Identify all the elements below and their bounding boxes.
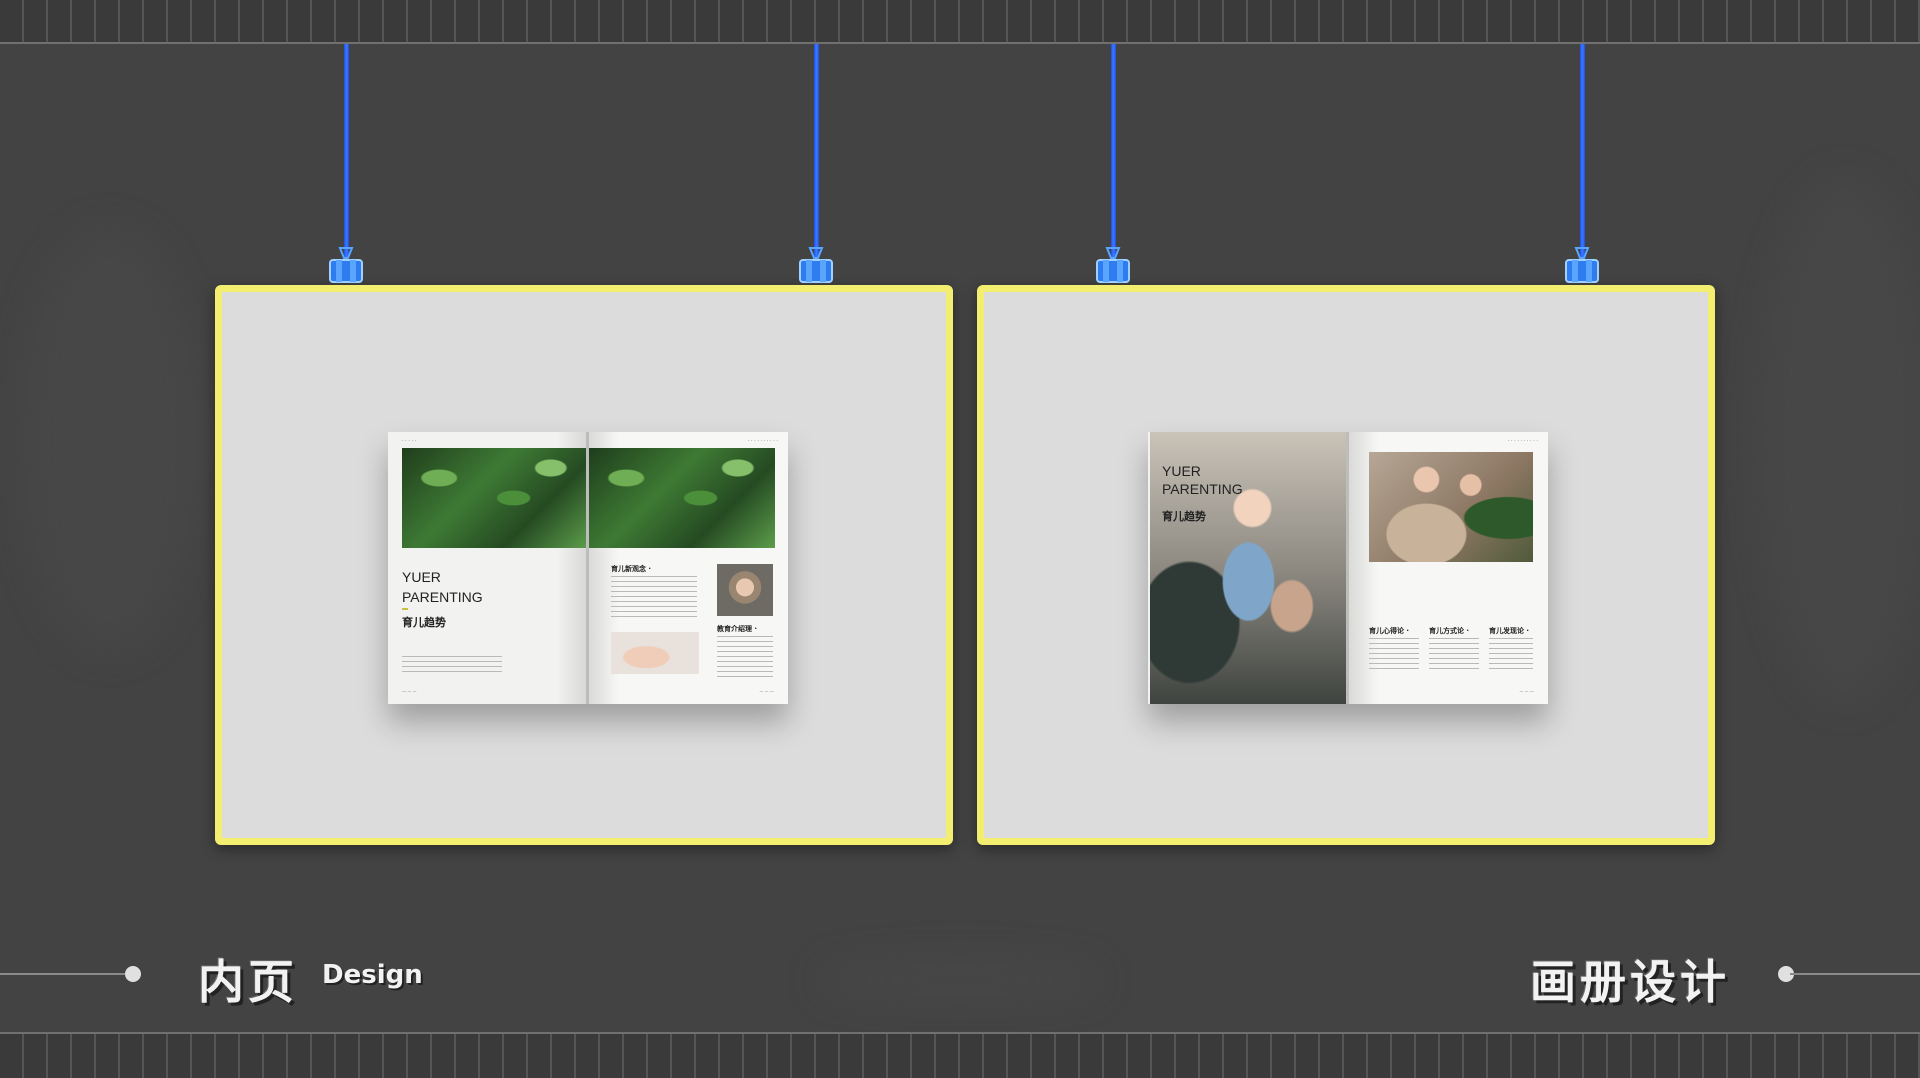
brochure-right-page: · · · · · · · · · · 育儿新观念 · 教育介绍理 · — — …	[589, 432, 788, 704]
hero-title-line1: YUER	[402, 569, 441, 585]
binder-clip-icon	[1565, 247, 1599, 283]
column-title: 育儿发现论 ·	[1489, 627, 1530, 635]
bottom-film-strip	[0, 1032, 1920, 1078]
leaf-photo	[402, 448, 587, 548]
background-texture	[20, 230, 200, 650]
footer-dot-left	[125, 966, 141, 982]
column-title: 育儿心得论 ·	[1369, 627, 1410, 635]
baby-photo	[717, 564, 773, 616]
section-title: 育儿新观念 ·	[611, 565, 652, 573]
hero-title-line2: PARENTING	[402, 589, 483, 605]
body-text-block	[1369, 638, 1419, 670]
hanging-wire	[814, 44, 819, 258]
page-header-text: · · · · ·	[402, 438, 417, 444]
open-brochure-left: · · · · · YUER PARENTING 育儿趋势 — — — · · …	[388, 432, 788, 704]
page-header-text: · · · · · · · · · ·	[747, 438, 778, 444]
body-text-block	[402, 656, 502, 672]
column-title: 育儿方式论 ·	[1429, 627, 1470, 635]
binder-clip-icon	[329, 247, 363, 283]
brochure-right-page: · · · · · · · · · · 育儿心得论 · 育儿方式论 · 育儿发现…	[1349, 432, 1548, 704]
open-brochure-right: YUER PARENTING 育儿趋势 · · · · · · · · · · …	[1148, 432, 1548, 704]
hero-title-line1: YUER	[1162, 463, 1201, 479]
background-texture	[820, 960, 1100, 1000]
brochure-left-page: YUER PARENTING 育儿趋势	[1148, 432, 1347, 704]
top-film-strip	[0, 0, 1920, 44]
page-number: — — —	[759, 689, 774, 694]
footer-label-cn-left: 内页	[198, 955, 298, 1009]
hanging-wire	[1111, 44, 1116, 258]
footer-rule-left	[0, 973, 130, 975]
hero-title-line2: PARENTING	[1162, 481, 1243, 497]
brochure-left-page: · · · · · YUER PARENTING 育儿趋势 — — —	[388, 432, 587, 704]
body-text-block	[1489, 638, 1533, 670]
page-number: — — —	[402, 689, 417, 694]
body-text-block	[1429, 638, 1479, 670]
hero-title-cn: 育儿趋势	[402, 616, 446, 629]
hanging-wire	[1580, 44, 1585, 258]
footer-label-cn-right: 画册设计	[1530, 955, 1730, 1009]
page-mockup-panel-left: · · · · · YUER PARENTING 育儿趋势 — — — · · …	[215, 285, 953, 845]
section-title: 教育介绍理 ·	[717, 625, 758, 633]
newborn-photo	[611, 632, 699, 674]
page-number: — — —	[1519, 689, 1534, 694]
footer-rule-right	[1790, 973, 1920, 975]
family-photo	[1369, 452, 1533, 562]
page-mockup-panel-right: YUER PARENTING 育儿趋势 · · · · · · · · · · …	[977, 285, 1715, 845]
binder-clip-icon	[799, 247, 833, 283]
body-text-block	[717, 636, 773, 680]
binder-clip-icon	[1096, 247, 1130, 283]
hanging-wire	[344, 44, 349, 258]
accent-dash	[402, 608, 408, 610]
page-header-text: · · · · · · · · · ·	[1507, 438, 1538, 444]
leaf-photo	[589, 448, 775, 548]
footer-label-en: Design	[322, 960, 423, 990]
body-text-block	[611, 576, 697, 620]
background-texture	[1760, 180, 1920, 700]
hero-title-cn: 育儿趋势	[1162, 510, 1206, 523]
